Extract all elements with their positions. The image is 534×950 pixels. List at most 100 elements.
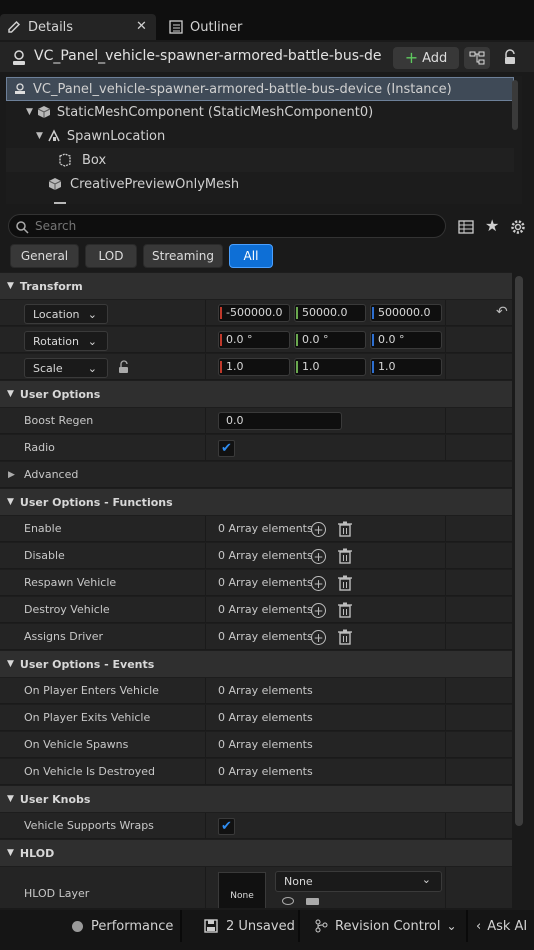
search-input[interactable] xyxy=(35,217,435,235)
trash-icon[interactable] xyxy=(338,602,352,618)
chevron-down-icon: ▼ xyxy=(7,794,14,804)
hlod-layer-dropdown[interactable]: None ⌄ xyxy=(275,871,442,892)
on-vehicle-destroyed-label: On Vehicle Is Destroyed xyxy=(24,765,155,778)
revision-control-button[interactable]: Revision Control ⌄ xyxy=(314,910,457,942)
on-player-exits-label: On Player Exits Vehicle xyxy=(24,711,151,724)
location-z-field[interactable]: 500000.0 xyxy=(370,304,442,322)
add-element-icon[interactable]: + xyxy=(311,603,326,618)
browse-icon[interactable] xyxy=(282,897,294,905)
table-view-icon[interactable] xyxy=(458,219,474,235)
rotation-dropdown[interactable]: Rotation ⌄ xyxy=(24,331,108,351)
tab-outliner[interactable]: Outliner xyxy=(162,14,282,40)
chevron-down-icon[interactable]: ▼ xyxy=(26,107,33,117)
folder-icon[interactable] xyxy=(306,898,319,905)
assigns-driver-label: Assigns Driver xyxy=(24,630,104,643)
asset-thumbnail[interactable]: None xyxy=(218,872,266,908)
location-label: Location xyxy=(33,307,80,321)
on-player-enters-label: On Player Enters Vehicle xyxy=(24,684,159,697)
section-title: User Options - Events xyxy=(19,657,155,671)
add-component-button[interactable]: + Add xyxy=(393,47,459,69)
gear-icon[interactable] xyxy=(509,218,527,236)
trash-icon[interactable] xyxy=(338,629,352,645)
chevron-down-icon: ▼ xyxy=(7,497,14,507)
properties-panel: ▼ Transform Location ⌄ -500000.0 50000.0 … xyxy=(0,272,512,908)
row-on-player-exits: On Player Exits Vehicle 0 Array elements xyxy=(0,705,512,731)
location-x-field[interactable]: -500000.0 xyxy=(218,304,290,322)
component-tree: VC_Panel_vehicle-spawner-armored-battle-… xyxy=(6,76,522,204)
row-advanced[interactable]: ▶ Advanced xyxy=(0,462,512,488)
performance-button[interactable]: Performance xyxy=(72,910,173,942)
tree-item-preview-mesh[interactable]: CreativePreviewOnlyMesh xyxy=(6,172,514,196)
section-hlod[interactable]: ▼ HLOD xyxy=(0,840,512,866)
section-events[interactable]: ▼ User Options - Events xyxy=(0,651,512,677)
boost-regen-field[interactable]: 0.0 xyxy=(218,412,342,430)
scale-y-field[interactable]: 1.0 xyxy=(294,358,366,376)
chevron-right-icon: ▶ xyxy=(8,470,15,480)
tab-details[interactable]: Details ✕ xyxy=(0,14,156,40)
rotation-z-field[interactable]: 0.0 ° xyxy=(370,331,442,349)
location-y-field[interactable]: 50000.0 xyxy=(294,304,366,322)
tree-item-root[interactable]: VC_Panel_vehicle-spawner-armored-battle-… xyxy=(6,77,514,101)
on-vehicle-spawns-label: On Vehicle Spawns xyxy=(24,738,129,751)
row-destroy-vehicle: Destroy Vehicle 0 Array elements + xyxy=(0,597,512,623)
outliner-icon xyxy=(169,20,183,34)
properties-scrollbar[interactable] xyxy=(515,276,523,826)
blueprint-button[interactable] xyxy=(464,47,490,69)
array-count: 0 Array elements xyxy=(218,738,313,751)
enable-label: Enable xyxy=(24,522,62,535)
radio-checkbox[interactable]: ✔ xyxy=(218,440,235,457)
trash-icon[interactable] xyxy=(338,521,352,537)
add-element-icon[interactable]: + xyxy=(311,576,326,591)
chevron-down-icon[interactable]: ▼ xyxy=(36,131,43,141)
cube-icon xyxy=(48,178,62,190)
arrow-component-icon xyxy=(48,129,60,142)
checkmark-icon: ✔ xyxy=(221,819,232,834)
section-user-knobs[interactable]: ▼ User Knobs xyxy=(0,786,512,812)
supports-wraps-checkbox[interactable]: ✔ xyxy=(218,818,235,835)
tree-item-label: VC_Panel_vehicle-spawner-armored-battle-… xyxy=(33,81,452,97)
chevron-down-icon: ▼ xyxy=(7,659,14,669)
section-user-options[interactable]: ▼ User Options xyxy=(0,381,512,407)
actor-title: VC_Panel_vehicle-spawner-armored-battle-… xyxy=(34,48,382,64)
ask-ai-button[interactable]: ‹ Ask AI xyxy=(476,910,527,942)
section-transform[interactable]: ▼ Transform xyxy=(0,273,512,299)
filter-lod[interactable]: LOD xyxy=(85,244,137,268)
row-boost-regen: Boost Regen 0.0 xyxy=(0,408,512,434)
trash-icon[interactable] xyxy=(338,548,352,564)
scale-z-value: 1.0 xyxy=(378,360,396,373)
tree-item-spawnlocation[interactable]: ▼ SpawnLocation xyxy=(6,124,514,148)
search-box[interactable] xyxy=(8,214,446,238)
row-scale: Scale ⌄ 1.0 1.0 1.0 xyxy=(0,354,512,380)
star-icon[interactable]: ★ xyxy=(485,216,499,235)
row-on-vehicle-destroyed: On Vehicle Is Destroyed 0 Array elements xyxy=(0,759,512,785)
add-element-icon[interactable]: + xyxy=(311,522,326,537)
tree-scrollbar[interactable] xyxy=(512,80,518,130)
close-icon[interactable]: ✕ xyxy=(136,19,147,34)
blueprint-icon xyxy=(469,51,485,65)
lock-icon[interactable] xyxy=(502,49,518,65)
scale-z-field[interactable]: 1.0 xyxy=(370,358,442,376)
scale-x-field[interactable]: 1.0 xyxy=(218,358,290,376)
tree-item-box[interactable]: Box xyxy=(6,148,514,172)
reset-arrow-icon[interactable]: ↶ xyxy=(496,304,508,320)
scale-dropdown[interactable]: Scale ⌄ xyxy=(24,358,108,378)
unsaved-button[interactable]: 2 Unsaved xyxy=(204,910,295,942)
tree-item-clipped xyxy=(6,196,514,204)
trash-icon[interactable] xyxy=(338,575,352,591)
location-dropdown[interactable]: Location ⌄ xyxy=(24,304,108,324)
rotation-x-field[interactable]: 0.0 ° xyxy=(218,331,290,349)
filter-general[interactable]: General xyxy=(10,244,79,268)
scale-y-value: 1.0 xyxy=(302,360,320,373)
section-functions[interactable]: ▼ User Options - Functions xyxy=(0,489,512,515)
tree-item-staticmesh[interactable]: ▼ StaticMeshComponent (StaticMeshCompone… xyxy=(6,100,514,124)
rotation-y-field[interactable]: 0.0 ° xyxy=(294,331,366,349)
row-assigns-driver: Assigns Driver 0 Array elements + xyxy=(0,624,512,650)
add-element-icon[interactable]: + xyxy=(311,549,326,564)
filter-streaming[interactable]: Streaming xyxy=(143,244,223,268)
add-element-icon[interactable]: + xyxy=(311,630,326,645)
boost-regen-label: Boost Regen xyxy=(24,414,94,427)
cube-icon xyxy=(37,106,51,118)
filter-all[interactable]: All xyxy=(229,244,273,268)
array-count: 0 Array elements xyxy=(218,630,313,643)
unlock-icon[interactable] xyxy=(117,360,131,374)
